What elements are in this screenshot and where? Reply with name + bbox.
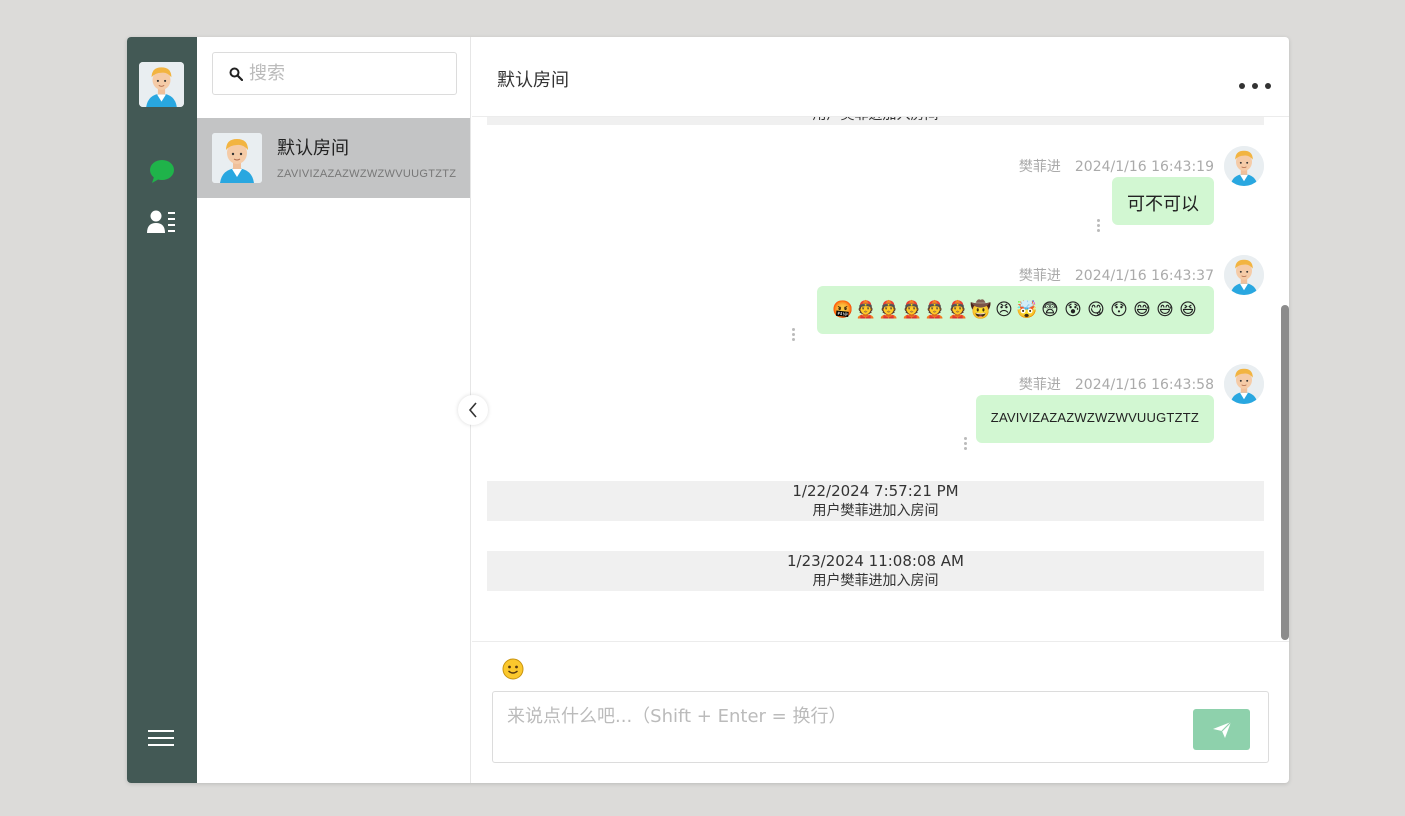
system-message-text: 用户樊菲进加入房间 xyxy=(487,117,1264,125)
message-input[interactable] xyxy=(507,702,1177,752)
emoji-glyph: 👲 xyxy=(901,300,923,320)
emoji-glyph: 😯 xyxy=(1110,300,1128,320)
message-meta: 樊菲进 2024/1/16 16:43:37 xyxy=(1019,265,1214,285)
message-actions-icon[interactable] xyxy=(792,328,796,342)
message-item: 樊菲进 2024/1/16 16:43:19 可不可以 xyxy=(844,146,1264,236)
message-actions-icon[interactable] xyxy=(1097,219,1101,233)
room-list-item[interactable]: 默认房间 ZAVIVIZAZAZWZWZWVUUGTZTZ xyxy=(197,118,470,198)
system-message: 1/22/2024 7:57:21 PM 用户樊菲进加入房间 xyxy=(487,481,1264,521)
chat-header: 默认房间 xyxy=(472,37,1289,117)
collapse-chevron-icon xyxy=(468,402,477,418)
system-message-text: 用户樊菲进加入房间 xyxy=(812,503,939,519)
chat-panel: 默认房间 用户樊菲进加入房间 樊菲进 2024/1/16 16:43:19 可不可… xyxy=(472,37,1289,783)
message-avatar[interactable] xyxy=(1224,364,1264,404)
system-message-time: 1/22/2024 7:57:21 PM xyxy=(792,482,959,500)
message-time: 2024/1/16 16:43:19 xyxy=(1074,159,1214,175)
system-message: 1/23/2024 11:08:08 AM 用户樊菲进加入房间 xyxy=(487,551,1264,591)
emoji-glyph: 😨 xyxy=(1041,300,1059,320)
message-scrollbar[interactable] xyxy=(1281,305,1289,640)
message-input-box xyxy=(492,691,1269,763)
system-message: 用户樊菲进加入房间 xyxy=(487,117,1264,125)
message-avatar[interactable] xyxy=(1224,255,1264,295)
room-name: 默认房间 xyxy=(277,138,349,159)
search-box xyxy=(212,52,457,95)
more-icon[interactable] xyxy=(1239,81,1271,91)
message-actions-icon[interactable] xyxy=(964,437,968,451)
emoji-glyph: 👲 xyxy=(855,300,877,320)
chat-app-window: 默认房间 ZAVIVIZAZAZWZWZWVUUGTZTZ 默认房间 用户樊菲进… xyxy=(127,37,1289,783)
collapse-list-button[interactable] xyxy=(458,395,488,425)
message-list[interactable]: 用户樊菲进加入房间 樊菲进 2024/1/16 16:43:19 可不可以 樊菲进… xyxy=(472,117,1289,641)
side-rail xyxy=(127,37,197,783)
emoji-glyph: 😅 xyxy=(1156,300,1174,320)
chat-icon[interactable] xyxy=(148,157,176,185)
menu-icon[interactable] xyxy=(148,725,174,751)
message-sender: 樊菲进 xyxy=(1018,159,1061,175)
system-message-time: 1/23/2024 11:08:08 AM xyxy=(786,552,965,570)
emoji-glyph: 👲 xyxy=(878,300,900,320)
contacts-icon[interactable] xyxy=(147,209,177,235)
message-meta: 樊菲进 2024/1/16 16:43:58 xyxy=(1019,374,1214,394)
message-time: 2024/1/16 16:43:58 xyxy=(1074,377,1214,393)
emoji-icon[interactable] xyxy=(502,658,524,680)
room-list-panel: 默认房间 ZAVIVIZAZAZWZWZWVUUGTZTZ xyxy=(197,37,471,783)
message-sender: 樊菲进 xyxy=(1018,268,1061,284)
send-button[interactable] xyxy=(1193,709,1250,750)
search-icon xyxy=(229,67,243,81)
emoji-sequence: 🤬 👲 👲 👲 👲 👲 🤠 😠 🤯 😨 😰 😋 😯 😅 😅 😆 xyxy=(832,299,1199,321)
emoji-glyph: 😅 xyxy=(1133,300,1151,320)
room-avatar xyxy=(212,133,262,183)
emoji-glyph: 😆 xyxy=(1179,300,1197,320)
user-avatar[interactable] xyxy=(139,62,184,107)
send-icon xyxy=(1212,721,1231,738)
emoji-glyph: 🤠 xyxy=(970,300,992,320)
emoji-glyph: 😰 xyxy=(1064,300,1082,320)
message-bubble[interactable]: 可不可以 xyxy=(1112,177,1214,225)
message-item: 樊菲进 2024/1/16 16:43:37 🤬 👲 👲 👲 👲 👲 🤠 😠 🤯 😨 😰 😋 😯 😅 😅 😆 xyxy=(564,255,1264,345)
emoji-glyph: 👲 xyxy=(947,300,969,320)
emoji-glyph: 🤯 xyxy=(1016,300,1038,320)
emoji-glyph: 🤬 xyxy=(832,300,854,320)
message-bubble[interactable]: 🤬 👲 👲 👲 👲 👲 🤠 😠 🤯 😨 😰 😋 😯 😅 😅 😆 xyxy=(817,286,1214,334)
emoji-glyph: 😠 xyxy=(995,300,1013,320)
search-input[interactable] xyxy=(249,63,429,84)
message-time: 2024/1/16 16:43:37 xyxy=(1074,268,1214,284)
message-avatar[interactable] xyxy=(1224,146,1264,186)
message-bubble[interactable]: ZAVIVIZAZAZWZWZWVUUGTZTZ xyxy=(975,395,1214,443)
emoji-glyph: 😋 xyxy=(1087,300,1105,320)
message-sender: 樊菲进 xyxy=(1018,377,1061,393)
room-last-message: ZAVIVIZAZAZWZWZWVUUGTZTZ xyxy=(277,168,457,180)
message-composer xyxy=(472,641,1289,783)
chat-title: 默认房间 xyxy=(497,70,569,91)
emoji-glyph: 👲 xyxy=(924,300,946,320)
message-meta: 樊菲进 2024/1/16 16:43:19 xyxy=(1019,156,1214,176)
system-message-text: 用户樊菲进加入房间 xyxy=(812,573,939,589)
message-item: 樊菲进 2024/1/16 16:43:58 ZAVIVIZAZAZWZWZWVU… xyxy=(844,364,1264,454)
